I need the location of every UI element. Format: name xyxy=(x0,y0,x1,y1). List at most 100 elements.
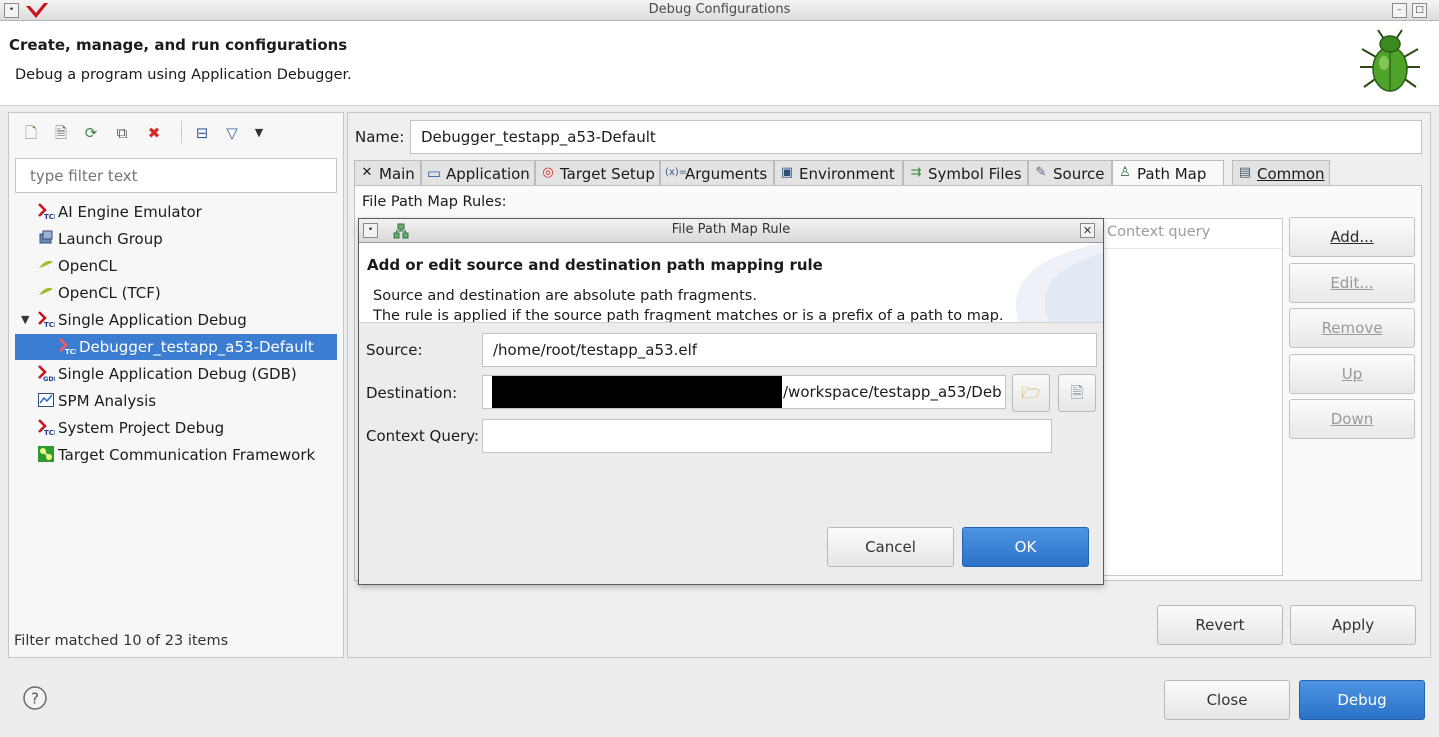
opencl-icon xyxy=(39,260,53,268)
debug-button[interactable]: Debug xyxy=(1299,680,1425,720)
delete-icon[interactable]: ✖ xyxy=(144,123,164,143)
tree-item-debugger-testapp[interactable]: TCFDebugger_testapp_a53-Default xyxy=(15,334,337,360)
window-icon: ▭ xyxy=(426,163,442,182)
tcf-x-icon: TCF xyxy=(38,310,55,328)
tree-item-label: System Project Debug xyxy=(58,419,225,437)
down-button[interactable]: Down xyxy=(1289,399,1415,439)
maximize-button[interactable]: □ xyxy=(1412,3,1427,18)
collapse-all-icon[interactable]: ⊟ xyxy=(192,123,212,143)
tab-common[interactable]: ▤ Common xyxy=(1232,160,1330,186)
tab-label: Application xyxy=(446,165,530,183)
dialog-title: File Path Map Rule xyxy=(671,222,791,237)
add-button[interactable]: Add... xyxy=(1289,217,1415,257)
apply-button[interactable]: Apply xyxy=(1290,605,1416,645)
svg-text:?: ? xyxy=(31,690,39,708)
new-configuration-icon[interactable]: 🗋 xyxy=(21,123,41,143)
destination-value: /workspace/testapp_a53/Deb xyxy=(783,383,1002,401)
close-icon[interactable]: ✕ xyxy=(1080,223,1095,238)
tree-item-single-application-debug-gdb[interactable]: GDBSingle Application Debug (GDB) xyxy=(37,361,337,387)
tab-main[interactable]: ✕ Main xyxy=(354,160,421,186)
tree-item-launch-group[interactable]: Launch Group xyxy=(37,226,337,252)
tcf-x-icon: TCF xyxy=(38,418,55,436)
dialog-description-line2: The rule is applied if the source path f… xyxy=(373,308,1004,323)
chart-icon xyxy=(38,392,54,407)
svg-text:TCF: TCF xyxy=(44,321,55,328)
window-title: Debug Configurations xyxy=(648,2,791,17)
up-button[interactable]: Up xyxy=(1289,354,1415,394)
context-query-input[interactable] xyxy=(482,419,1052,453)
file-icon[interactable]: 🗎 xyxy=(1058,374,1096,412)
tab-application[interactable]: ▭ Application xyxy=(421,160,535,186)
tcf-x-icon: TCF xyxy=(59,337,76,355)
revert-button[interactable]: Revert xyxy=(1157,605,1283,645)
svg-text:TCF: TCF xyxy=(65,348,76,355)
filter-icon[interactable]: ▽ xyxy=(222,123,242,143)
context-query-label: Context Query: xyxy=(366,427,480,445)
tree-item-target-communication-framework[interactable]: Target Communication Framework xyxy=(37,442,337,468)
tab-source[interactable]: ✎ Source xyxy=(1028,160,1112,186)
filter-input[interactable] xyxy=(15,158,337,193)
dialog-header: Create, manage, and run configurations D… xyxy=(0,21,1439,106)
dialog-heading: Add or edit source and destination path … xyxy=(367,256,823,274)
tab-symbol-files[interactable]: ⇉ Symbol Files xyxy=(903,160,1028,186)
tab-target-setup[interactable]: ◎ Target Setup xyxy=(535,160,660,186)
new-prototype-icon[interactable]: 🗎 xyxy=(51,123,71,143)
opencl-icon xyxy=(39,287,53,295)
remove-button[interactable]: Remove xyxy=(1289,308,1415,348)
launch-group-icon xyxy=(39,230,53,243)
xilinx-x-icon: ✕ xyxy=(361,164,373,180)
destination-input[interactable]: /workspace/testapp_a53/Deb xyxy=(482,375,1006,409)
source-label: Source: xyxy=(366,341,423,359)
tree-item-ai-engine-emulator[interactable]: TCFAI Engine Emulator xyxy=(37,199,337,225)
tab-environment[interactable]: ▣ Environment xyxy=(774,160,903,186)
svg-text:GDB: GDB xyxy=(43,375,55,382)
close-button[interactable]: Close xyxy=(1164,680,1290,720)
tree-item-system-project-debug[interactable]: TCFSystem Project Debug xyxy=(37,415,337,441)
header-title: Create, manage, and run configurations xyxy=(9,36,348,54)
add-button-label: Add... xyxy=(1330,228,1374,246)
expand-arrow-icon[interactable]: ▼ xyxy=(21,307,29,333)
tree-item-opencl[interactable]: OpenCL xyxy=(37,253,337,279)
svg-text:TCF: TCF xyxy=(44,429,55,436)
gdb-x-icon: GDB xyxy=(38,364,55,382)
common-icon: ▤ xyxy=(1238,164,1252,180)
source-input[interactable]: /home/root/testapp_a53.elf xyxy=(482,333,1097,367)
tree-item-single-application-debug[interactable]: TCFSingle Application Debug xyxy=(37,307,337,333)
column-header-context-query[interactable]: Context query xyxy=(1107,224,1210,240)
tcf-x-icon: TCF xyxy=(38,202,55,220)
name-input[interactable]: Debugger_testapp_a53-Default xyxy=(410,120,1422,154)
duplicate-icon[interactable]: ⧉ xyxy=(112,123,132,143)
configuration-list-panel: 🗋 🗎 ⟳ ⧉ ✖ ⊟ ▽ ▼ TCFAI Engine Emulator La… xyxy=(8,112,344,658)
dialog-header: Add or edit source and destination path … xyxy=(359,243,1103,323)
export-configuration-icon[interactable]: ⟳ xyxy=(81,123,101,143)
tab-label: Main xyxy=(379,165,415,183)
tree-item-label: Target Communication Framework xyxy=(58,446,316,464)
tab-arguments[interactable]: (x)=Arguments xyxy=(660,160,774,186)
tree-item-spm-analysis[interactable]: SPM Analysis xyxy=(37,388,337,414)
up-button-label: Up xyxy=(1341,365,1363,383)
tree-item-label: OpenCL (TCF) xyxy=(58,284,161,302)
tree-item-label: AI Engine Emulator xyxy=(58,203,202,221)
cancel-button[interactable]: Cancel xyxy=(827,527,954,567)
tab-label: Common xyxy=(1257,165,1325,183)
folder-open-icon[interactable]: 🗁 xyxy=(1012,374,1050,412)
redaction-block xyxy=(492,376,782,408)
edit-button[interactable]: Edit... xyxy=(1289,263,1415,303)
bug-icon xyxy=(1360,29,1420,92)
tab-label: Target Setup xyxy=(560,165,655,183)
destination-label: Destination: xyxy=(366,384,458,402)
remove-button-label: Remove xyxy=(1321,319,1383,337)
chevron-down-icon[interactable]: ▼ xyxy=(249,123,269,143)
help-icon[interactable]: ? xyxy=(22,685,48,711)
rules-label: File Path Map Rules: xyxy=(362,194,507,210)
edit-button-label: Edit... xyxy=(1330,274,1374,292)
minimize-button[interactable]: – xyxy=(1392,3,1407,18)
header-subtitle: Debug a program using Application Debugg… xyxy=(15,67,352,83)
tree-item-opencl-tcf[interactable]: OpenCL (TCF) xyxy=(37,280,337,306)
down-button-label: Down xyxy=(1330,410,1374,428)
tab-path-map[interactable]: ♙ Path Map xyxy=(1112,160,1224,186)
tree-item-label: OpenCL xyxy=(58,257,117,275)
ok-button[interactable]: OK xyxy=(962,527,1089,567)
tree-item-label: Single Application Debug (GDB) xyxy=(58,365,297,383)
tree-item-label: Launch Group xyxy=(58,230,163,248)
